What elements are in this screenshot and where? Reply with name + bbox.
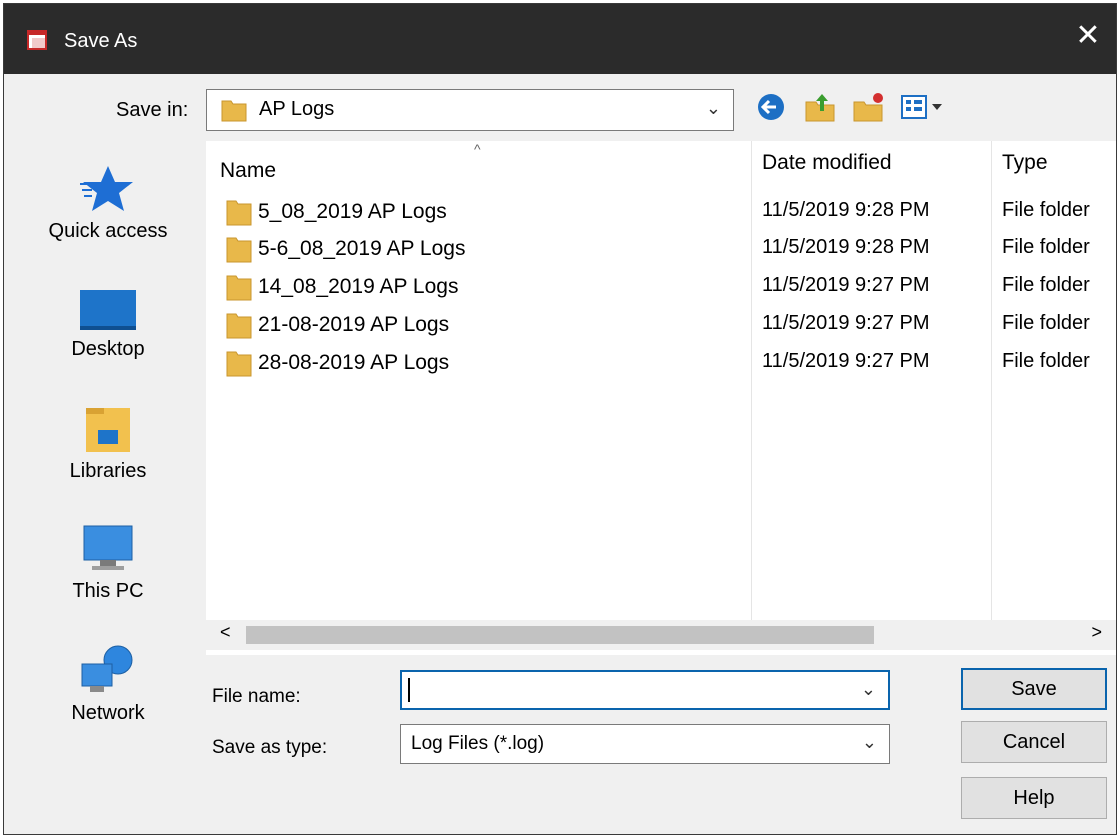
sidebar-item-label: This PC xyxy=(72,580,144,602)
list-item[interactable]: 5_08_2019 AP Logs 11/5/2019 9:28 PM File… xyxy=(206,194,1116,230)
save-as-dialog: Save As ✕ Save in: AP Logs ⌄ Quick acces… xyxy=(3,3,1117,835)
folder-icon xyxy=(226,200,252,226)
save-in-dropdown[interactable]: AP Logs ⌄ xyxy=(206,89,734,131)
sidebar-item-label: Libraries xyxy=(69,460,147,482)
save-type-dropdown[interactable]: Log Files (*.log) ⌄ xyxy=(400,724,890,764)
cancel-button[interactable]: Cancel xyxy=(961,721,1107,763)
close-button[interactable]: ✕ xyxy=(1070,18,1106,54)
file-name: 5-6_08_2019 AP Logs xyxy=(258,237,466,260)
close-icon: ✕ xyxy=(1075,19,1101,52)
chevron-down-icon: ⌄ xyxy=(705,98,721,118)
back-icon[interactable] xyxy=(756,90,786,124)
file-date: 11/5/2019 9:27 PM xyxy=(762,350,930,372)
file-type: File folder xyxy=(1002,350,1090,372)
sidebar-item-label: Desktop xyxy=(71,338,145,360)
new-folder-icon[interactable] xyxy=(852,90,886,124)
folder-icon xyxy=(221,100,247,122)
file-date: 11/5/2019 9:28 PM xyxy=(762,199,930,221)
save-button[interactable]: Save xyxy=(961,668,1107,710)
dialog-window-icon xyxy=(27,30,47,50)
chevron-down-icon: ⌄ xyxy=(861,732,877,752)
file-type: File folder xyxy=(1002,274,1090,296)
file-name: 21-08-2019 AP Logs xyxy=(258,313,450,336)
folder-icon xyxy=(226,237,252,263)
list-item[interactable]: 21-08-2019 AP Logs 11/5/2019 9:27 PM Fil… xyxy=(206,307,1116,343)
sort-ascending-icon: ^ xyxy=(474,141,481,157)
save-in-label: Save in: xyxy=(116,99,189,121)
file-name-input[interactable]: ⌄ xyxy=(400,670,890,710)
column-header-date[interactable]: Date modified xyxy=(762,151,892,175)
sidebar-item-label: Network xyxy=(71,702,145,724)
desktop-icon xyxy=(80,290,136,330)
list-item[interactable]: 14_08_2019 AP Logs 11/5/2019 9:27 PM Fil… xyxy=(206,269,1116,305)
text-caret xyxy=(408,678,410,702)
folder-icon xyxy=(226,275,252,301)
scrollbar-thumb[interactable] xyxy=(246,626,874,644)
save-type-value: Log Files (*.log) xyxy=(411,733,545,754)
sidebar-item-this-pc[interactable]: This PC xyxy=(18,524,198,603)
quick-access-star-icon xyxy=(80,166,133,211)
file-date: 11/5/2019 9:28 PM xyxy=(762,236,930,258)
scroll-right-icon[interactable]: > xyxy=(1091,622,1102,643)
file-type: File folder xyxy=(1002,199,1090,221)
sidebar-item-quick-access[interactable]: Quick access xyxy=(18,164,198,243)
help-button[interactable]: Help xyxy=(961,777,1107,819)
sidebar-item-libraries[interactable]: Libraries xyxy=(18,406,198,483)
list-item[interactable]: 28-08-2019 AP Logs 11/5/2019 9:27 PM Fil… xyxy=(206,345,1116,381)
file-date: 11/5/2019 9:27 PM xyxy=(762,274,930,296)
file-name: 5_08_2019 AP Logs xyxy=(258,200,447,223)
file-type: File folder xyxy=(1002,312,1090,334)
file-name-label: File name: xyxy=(212,686,301,707)
horizontal-scrollbar[interactable]: < > xyxy=(206,620,1116,650)
file-date: 11/5/2019 9:27 PM xyxy=(762,312,930,334)
file-name: 14_08_2019 AP Logs xyxy=(258,275,459,298)
this-pc-icon xyxy=(83,525,133,570)
sidebar-item-label: Quick access xyxy=(48,220,168,242)
column-header-type[interactable]: Type xyxy=(1002,151,1048,175)
list-item[interactable]: 5-6_08_2019 AP Logs 11/5/2019 9:28 PM Fi… xyxy=(206,231,1116,267)
chevron-down-icon[interactable]: ⌄ xyxy=(861,679,876,700)
file-list[interactable]: ^ Name Date modified Type 5_08_2019 AP L… xyxy=(206,141,1116,655)
sidebar-item-network[interactable]: Network xyxy=(18,644,198,725)
libraries-icon xyxy=(86,408,130,452)
title-bar: Save As ✕ xyxy=(4,4,1116,74)
column-header-name[interactable]: Name xyxy=(220,159,276,183)
save-type-label: Save as type: xyxy=(212,737,328,758)
sidebar-item-desktop[interactable]: Desktop xyxy=(18,286,198,361)
network-icon xyxy=(81,645,133,692)
view-menu-icon[interactable] xyxy=(900,90,948,124)
scroll-left-icon[interactable]: < xyxy=(220,622,231,643)
folder-icon xyxy=(226,351,252,377)
folder-icon xyxy=(226,313,252,339)
file-name: 28-08-2019 AP Logs xyxy=(258,351,450,374)
save-in-value: AP Logs xyxy=(259,98,335,120)
file-type: File folder xyxy=(1002,236,1090,258)
dialog-title: Save As xyxy=(64,30,138,52)
up-folder-icon[interactable] xyxy=(804,90,836,124)
